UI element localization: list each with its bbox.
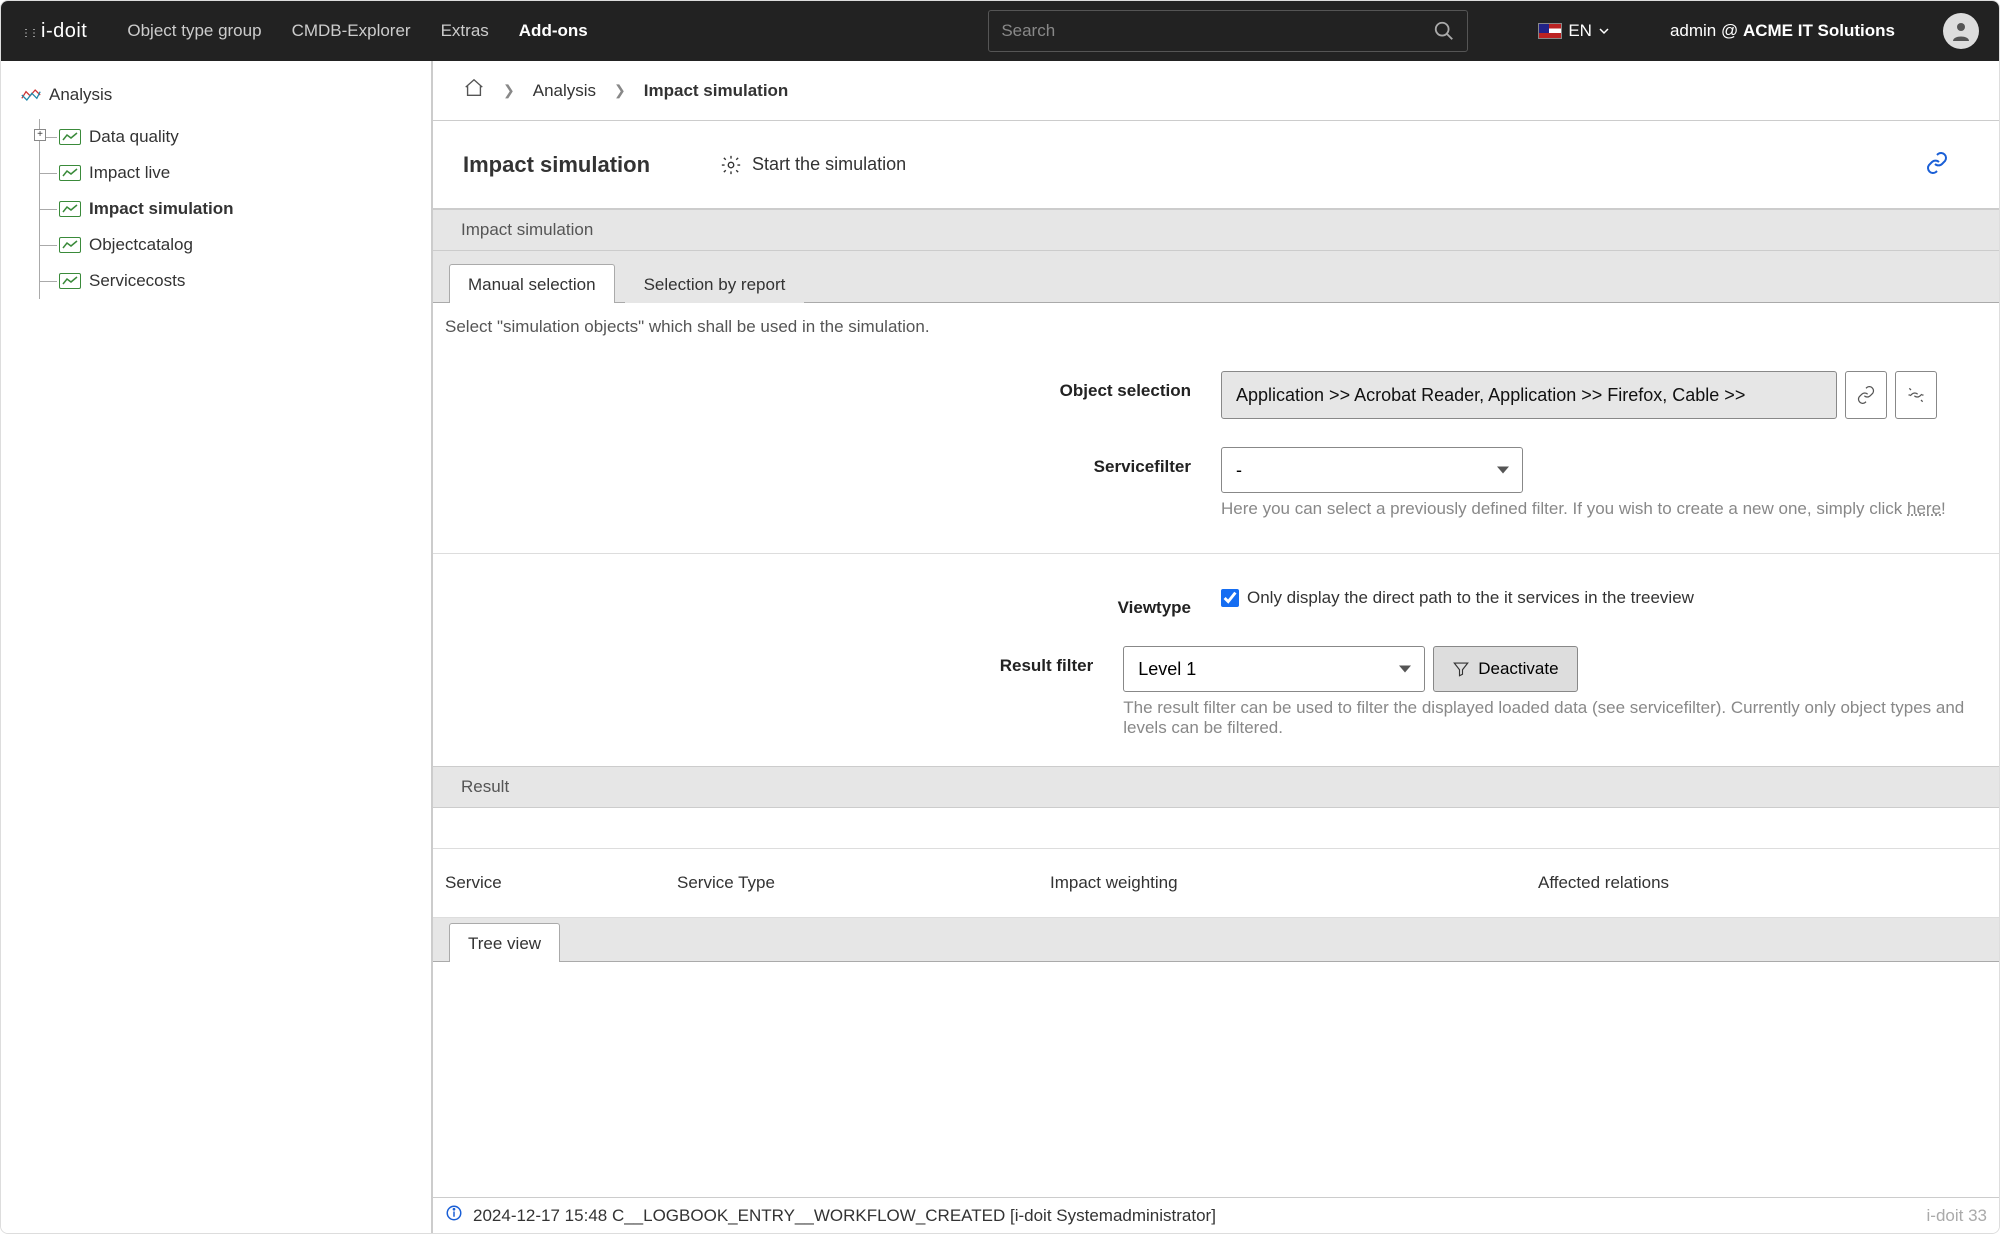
- chart-icon: [59, 273, 81, 289]
- label-viewtype: Viewtype: [433, 588, 1221, 618]
- expand-icon[interactable]: +: [34, 129, 46, 141]
- label-object-selection: Object selection: [433, 371, 1221, 401]
- brand-logo: i-doit: [21, 20, 97, 43]
- tab-manual-selection[interactable]: Manual selection: [449, 264, 615, 303]
- analysis-icon: [21, 88, 41, 102]
- nav-extras[interactable]: Extras: [441, 21, 489, 41]
- user-icon: [1949, 19, 1973, 43]
- section-result-header: Result: [433, 766, 1999, 808]
- link-icon: [1925, 151, 1949, 175]
- info-icon: [445, 1204, 463, 1227]
- section-impact-simulation-header: Impact simulation: [433, 209, 1999, 251]
- sidebar-item-data-quality[interactable]: + Data quality: [29, 119, 411, 155]
- chart-icon: [59, 165, 81, 181]
- start-simulation-label: Start the simulation: [752, 154, 906, 175]
- language-selector[interactable]: EN: [1538, 21, 1610, 41]
- lang-code: EN: [1568, 21, 1592, 41]
- top-navbar: i-doit Object type group CMDB-Explorer E…: [1, 1, 1999, 61]
- page-title: Impact simulation: [463, 152, 650, 178]
- selection-tabs: Manual selection Selection by report: [433, 251, 1999, 303]
- brand-text: i-doit: [41, 20, 87, 43]
- sidebar-tree: + Data quality Impact live Impact simula…: [21, 119, 411, 299]
- crumb-current: Impact simulation: [644, 81, 789, 101]
- col-service-type: Service Type: [665, 849, 1038, 917]
- chart-icon: [59, 201, 81, 217]
- page-header: Impact simulation Start the simulation: [433, 121, 1999, 209]
- nav-addons[interactable]: Add-ons: [519, 21, 588, 41]
- unlink-icon: [1906, 385, 1926, 405]
- sidebar-item-label: Data quality: [89, 127, 179, 147]
- sidebar-item-label: Impact live: [89, 163, 170, 183]
- object-selection-field[interactable]: Application >> Acrobat Reader, Applicati…: [1221, 371, 1837, 419]
- link-objects-button[interactable]: [1845, 371, 1887, 419]
- chevron-right-icon: ❯: [503, 82, 515, 99]
- tab-selection-by-report[interactable]: Selection by report: [625, 264, 805, 303]
- sidebar: Analysis + Data quality Impact live Impa…: [1, 61, 433, 1233]
- divider: [433, 553, 1999, 554]
- filter-icon: [1452, 660, 1470, 678]
- start-simulation-button[interactable]: Start the simulation: [720, 154, 906, 176]
- global-search[interactable]: [988, 10, 1468, 52]
- col-affected-relations: Affected relations: [1526, 849, 1999, 917]
- nav-object-type-group[interactable]: Object type group: [127, 21, 261, 41]
- unlink-objects-button[interactable]: [1895, 371, 1937, 419]
- user-label: admin @ ACME IT Solutions: [1670, 21, 1895, 41]
- result-table-header: Service Service Type Impact weighting Af…: [433, 848, 1999, 918]
- sidebar-item-label: Impact simulation: [89, 199, 234, 219]
- sidebar-root-analysis[interactable]: Analysis: [21, 85, 411, 105]
- row-viewtype: Viewtype Only display the direct path to…: [433, 574, 1999, 632]
- search-input[interactable]: [1001, 21, 1433, 41]
- gear-icon: [720, 154, 742, 176]
- sidebar-root-label: Analysis: [49, 85, 112, 105]
- viewtype-checkbox-label: Only display the direct path to the it s…: [1247, 588, 1694, 608]
- breadcrumb: ❯ Analysis ❯ Impact simulation: [433, 61, 1999, 121]
- sidebar-item-impact-simulation[interactable]: Impact simulation: [29, 191, 411, 227]
- row-object-selection: Object selection Application >> Acrobat …: [433, 357, 1999, 433]
- form-content: Select "simulation objects" which shall …: [433, 303, 1999, 766]
- sidebar-item-servicecosts[interactable]: Servicecosts: [29, 263, 411, 299]
- chevron-right-icon: ❯: [614, 82, 626, 99]
- deactivate-label: Deactivate: [1478, 659, 1558, 679]
- logo-dots-icon: [21, 24, 35, 38]
- status-bar: 2024-12-17 15:48 C__LOGBOOK_ENTRY__WORKF…: [433, 1197, 1999, 1233]
- label-servicefilter: Servicefilter: [433, 447, 1221, 477]
- resultfilter-select[interactable]: Level 1: [1123, 646, 1425, 692]
- col-service: Service: [433, 849, 665, 917]
- chart-icon: [59, 237, 81, 253]
- search-icon: [1433, 20, 1455, 42]
- label-resultfilter: Result filter: [433, 646, 1123, 676]
- sidebar-item-impact-live[interactable]: Impact live: [29, 155, 411, 191]
- user-avatar[interactable]: [1943, 13, 1979, 49]
- link-icon: [1856, 385, 1876, 405]
- sidebar-item-objectcatalog[interactable]: Objectcatalog: [29, 227, 411, 263]
- result-view-tabs: Tree view: [433, 918, 1999, 962]
- servicefilter-select[interactable]: -: [1221, 447, 1523, 493]
- sidebar-item-label: Servicecosts: [89, 271, 185, 291]
- col-impact-weighting: Impact weighting: [1038, 849, 1526, 917]
- crumb-analysis[interactable]: Analysis: [533, 81, 596, 101]
- form-hint: Select "simulation objects" which shall …: [433, 317, 1999, 357]
- status-version: i-doit 33: [1927, 1206, 1987, 1226]
- chart-icon: [59, 129, 81, 145]
- row-servicefilter: Servicefilter - Here you can select a pr…: [433, 433, 1999, 533]
- resultfilter-hint: The result filter can be used to filter …: [1123, 698, 1999, 738]
- permalink-button[interactable]: [1925, 151, 1949, 178]
- servicefilter-here-link[interactable]: here: [1907, 499, 1941, 518]
- row-resultfilter: Result filter Level 1 Deactivate: [433, 632, 1999, 752]
- viewtype-checkbox[interactable]: [1221, 589, 1239, 607]
- sidebar-item-label: Objectcatalog: [89, 235, 193, 255]
- main-panel: ❯ Analysis ❯ Impact simulation Impact si…: [433, 61, 1999, 1233]
- chevron-down-icon: [1598, 25, 1610, 37]
- status-message: 2024-12-17 15:48 C__LOGBOOK_ENTRY__WORKF…: [473, 1206, 1216, 1226]
- nav-cmdb-explorer[interactable]: CMDB-Explorer: [292, 21, 411, 41]
- flag-us-icon: [1538, 23, 1562, 39]
- deactivate-button[interactable]: Deactivate: [1433, 646, 1577, 692]
- servicefilter-hint: Here you can select a previously defined…: [1221, 499, 1946, 519]
- home-icon[interactable]: [463, 77, 485, 104]
- tab-tree-view[interactable]: Tree view: [449, 923, 560, 962]
